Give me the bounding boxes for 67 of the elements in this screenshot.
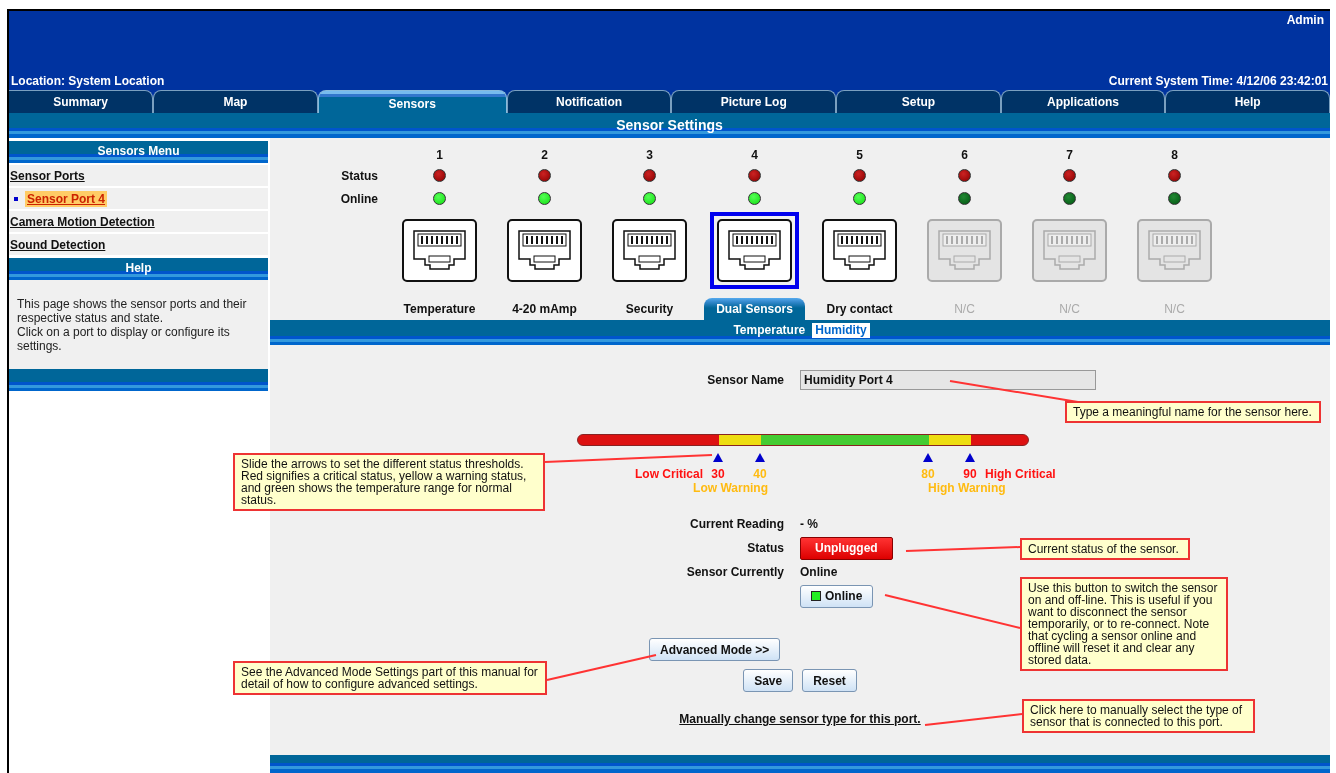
online-button[interactable]: Online	[800, 584, 874, 608]
threshold-arrow[interactable]	[755, 453, 765, 462]
threshold-value: 90	[963, 467, 977, 481]
port-label[interactable]: Dual Sensors	[704, 298, 805, 320]
row-label: Status	[341, 168, 378, 183]
bullet-icon	[14, 196, 18, 201]
threshold-slider[interactable]	[577, 434, 1029, 462]
sensor-name-field[interactable]: Humidity Port 4	[800, 370, 1096, 390]
threshold-label: High Critical	[985, 467, 1056, 481]
port-number: 3	[646, 147, 653, 164]
field-label: Sensor Name	[707, 373, 784, 387]
threshold-label: Low Critical	[635, 467, 703, 481]
save-button[interactable]: Save	[743, 669, 794, 692]
callout-note: Slide the arrows to set the different status thresholds. Red signifies a critical status, yellow a warning status, and green shows the temperature range for normal status.	[233, 453, 545, 511]
port-number: 4	[751, 147, 758, 164]
field-label: Current Reading	[690, 517, 784, 531]
nav-tab[interactable]: Notification	[506, 90, 672, 113]
location-text: Location: System Location	[11, 74, 165, 88]
page-title: Sensor Settings	[9, 113, 1330, 138]
menu-link[interactable]: Sensor Port 4	[25, 190, 108, 207]
menu-header: Sensors Menu	[9, 141, 268, 163]
threshold-value: 40	[753, 467, 767, 481]
port-number: 8	[1171, 147, 1178, 164]
help-header: Help	[9, 258, 268, 280]
sub-tab[interactable]: Humidity	[812, 323, 870, 338]
threshold-arrow[interactable]	[965, 453, 975, 462]
user-name: Admin	[1286, 13, 1324, 27]
nav-tab[interactable]: Setup	[836, 90, 1001, 113]
threshold-label: High Warning	[928, 481, 1006, 495]
port-number: 1	[436, 147, 443, 164]
status-badge: Unplugged	[800, 536, 893, 560]
change-type-link[interactable]: Manually change sensor type for this port.	[679, 712, 921, 726]
sub-tab[interactable]: Temperature	[730, 323, 809, 338]
port-number: 7	[1066, 147, 1073, 164]
field-label: Sensor Currently	[686, 565, 784, 579]
nav-tab[interactable]: Help	[1165, 90, 1330, 113]
nav-tab[interactable]: Picture Log	[671, 90, 837, 113]
callout-note: See the Advanced Mode Settings part of this manual for detail of how to configure advanced settings.	[233, 661, 547, 695]
system-time: Current System Time: 4/12/06 23:42:01	[1108, 74, 1328, 88]
nav-tab[interactable]: Applications	[1000, 90, 1166, 113]
threshold-value: 30	[711, 467, 725, 481]
port-number: 2	[541, 147, 548, 164]
nav-tab[interactable]: Map	[153, 90, 318, 113]
nav-tab[interactable]: Summary	[9, 90, 154, 113]
field-label: Status	[747, 541, 784, 555]
callout-note: Click here to manually select the type of sensor that is connected to this port.	[1022, 699, 1255, 733]
callout-note: Type a meaningful name for the sensor here.	[1065, 401, 1321, 423]
threshold-arrow[interactable]	[923, 453, 933, 462]
port-label[interactable]: Dry contact	[820, 298, 899, 320]
reading-value: - %	[800, 517, 818, 531]
port-label[interactable]: Temperature	[397, 298, 482, 320]
sensor-state: Online	[800, 565, 838, 579]
callout-note: Current status of the sensor.	[1020, 538, 1190, 560]
threshold-label: Low Warning	[693, 481, 768, 495]
threshold-value: 80	[921, 467, 935, 481]
advanced-mode-button[interactable]: Advanced Mode >>	[649, 638, 781, 661]
callout-note: Use this button to switch the sensor on and off-line. This is useful if you want to disconnect the sensor temporarily, or to re-connect. Note that cycling a sensor online and offline will reset it and clear any stored data.	[1020, 577, 1228, 671]
port-label[interactable]: 4-20 mAmp	[506, 298, 583, 320]
port-label[interactable]: Security	[619, 298, 680, 320]
nav-tab[interactable]: Sensors	[317, 90, 507, 113]
port-number: 6	[961, 147, 968, 164]
reset-button[interactable]: Reset	[802, 669, 857, 692]
menu-link[interactable]: Sensor Ports	[10, 168, 85, 183]
row-label: Online	[340, 191, 378, 206]
threshold-arrow[interactable]	[713, 453, 723, 462]
port-button[interactable]	[710, 212, 799, 289]
port-number: 5	[856, 147, 863, 164]
